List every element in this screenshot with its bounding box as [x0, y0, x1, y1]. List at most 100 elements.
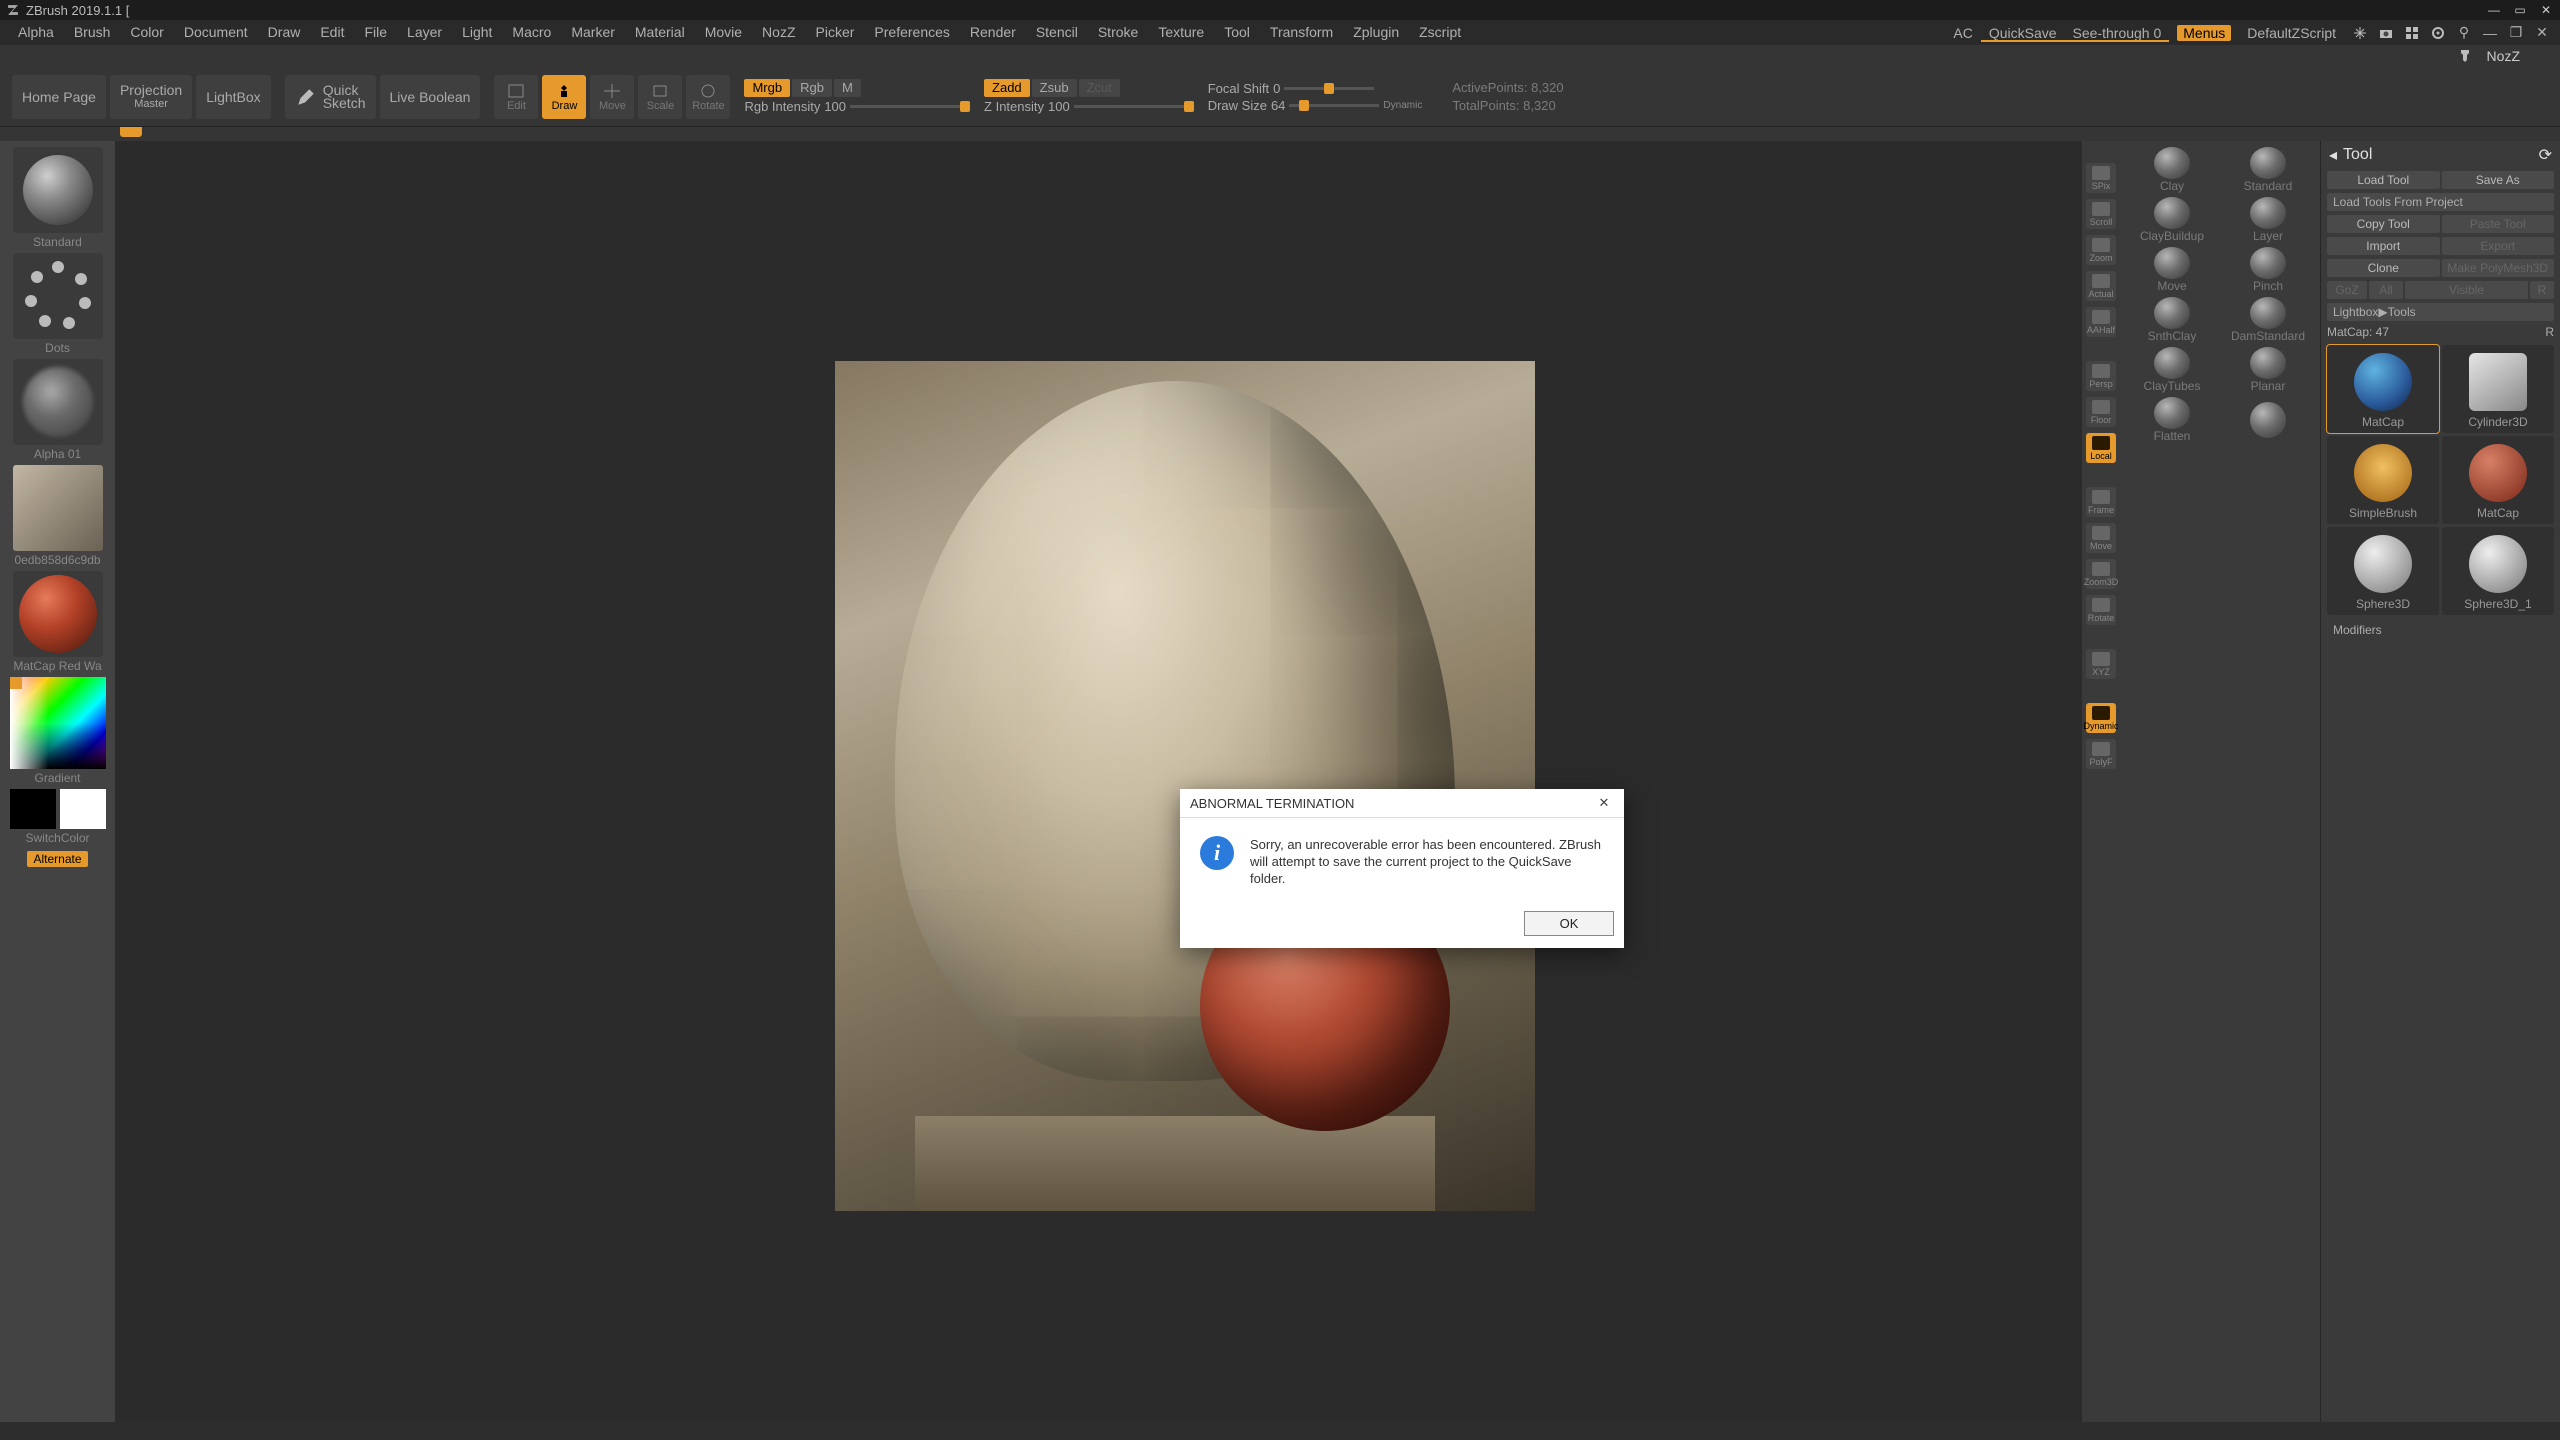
close-icon[interactable]: ✕: [2538, 3, 2554, 17]
menu-transform[interactable]: Transform: [1260, 20, 1343, 45]
m-toggle[interactable]: M: [834, 79, 861, 97]
stroke-slot[interactable]: Dots: [10, 253, 106, 355]
goz-r-button[interactable]: R: [2530, 281, 2554, 299]
menu-file[interactable]: File: [354, 20, 397, 45]
tool-cylinder3d[interactable]: Cylinder3D: [2442, 345, 2554, 433]
swatch-pair[interactable]: SwitchColor: [10, 789, 106, 845]
rcol-dynamic[interactable]: Dynamic: [2086, 703, 2116, 733]
brush-clay[interactable]: Clay: [2126, 147, 2218, 193]
rcol-zoom3d[interactable]: Zoom3D: [2086, 559, 2116, 589]
grid-icon[interactable]: [2402, 23, 2422, 43]
tool-sphere3d[interactable]: Sphere3D: [2327, 527, 2439, 615]
brush-snthclay[interactable]: SnthClay: [2126, 297, 2218, 343]
menu-material[interactable]: Material: [625, 20, 695, 45]
menu-alpha[interactable]: Alpha: [8, 20, 64, 45]
move-mode-button[interactable]: Move: [590, 75, 634, 119]
zcut-toggle[interactable]: Zcut: [1079, 79, 1120, 97]
lightbox-button[interactable]: LightBox: [196, 75, 270, 119]
rcol-floor[interactable]: Floor: [2086, 397, 2116, 427]
rcol-aahalf[interactable]: AAHalf: [2086, 307, 2116, 337]
rgb-toggle[interactable]: Rgb: [792, 79, 832, 97]
maximize-icon[interactable]: ▭: [2512, 3, 2528, 17]
camera-icon[interactable]: [2376, 23, 2396, 43]
menu-picker[interactable]: Picker: [806, 20, 865, 45]
brush-claytubes[interactable]: ClayTubes: [2126, 347, 2218, 393]
rotate-mode-button[interactable]: Rotate: [686, 75, 730, 119]
goz-visible-button[interactable]: Visible: [2405, 281, 2528, 299]
rcol-persp[interactable]: Persp: [2086, 361, 2116, 391]
menu-macro[interactable]: Macro: [502, 20, 561, 45]
quicksketch-button[interactable]: QuickSketch: [285, 75, 376, 119]
menu-stencil[interactable]: Stencil: [1026, 20, 1088, 45]
color-picker[interactable]: Gradient: [10, 677, 106, 785]
import-button[interactable]: Import: [2327, 237, 2440, 255]
alternate-button[interactable]: Alternate: [27, 851, 87, 867]
rgb-intensity-slider[interactable]: Rgb Intensity100: [744, 99, 970, 114]
gear-icon[interactable]: [2428, 23, 2448, 43]
material-slot[interactable]: MatCap Red Wa: [10, 571, 106, 673]
brush-planar[interactable]: Planar: [2222, 347, 2314, 393]
rcol-polyf[interactable]: PolyF: [2086, 739, 2116, 769]
menu-nozz[interactable]: NozZ: [752, 20, 805, 45]
brush-standard[interactable]: Standard: [2222, 147, 2314, 193]
goz-all-button[interactable]: All: [2369, 281, 2403, 299]
rcol-rotate[interactable]: Rotate: [2086, 595, 2116, 625]
menu-tool[interactable]: Tool: [1214, 20, 1260, 45]
tool-simplebrush[interactable]: SimpleBrush: [2327, 436, 2439, 524]
minimize-icon[interactable]: —: [2486, 3, 2502, 17]
rcol-scroll[interactable]: Scroll: [2086, 199, 2116, 229]
win-restore-icon[interactable]: ❐: [2506, 23, 2526, 43]
menu-zplugin[interactable]: Zplugin: [1343, 20, 1409, 45]
shelf-pin-icon[interactable]: [2457, 48, 2473, 64]
copy-tool-button[interactable]: Copy Tool: [2327, 215, 2440, 233]
zadd-toggle[interactable]: Zadd: [984, 79, 1030, 97]
load-tool-button[interactable]: Load Tool: [2327, 171, 2440, 189]
clone-button[interactable]: Clone: [2327, 259, 2440, 277]
canvas[interactable]: ABNORMAL TERMINATION ✕ i Sorry, an unrec…: [115, 141, 2082, 1440]
tool-sphere3d_1[interactable]: Sphere3D_1: [2442, 527, 2554, 615]
scale-mode-button[interactable]: Scale: [638, 75, 682, 119]
tool-matcap[interactable]: MatCap: [2442, 436, 2554, 524]
projection-master-button[interactable]: Projection Master: [110, 75, 192, 119]
live-boolean-button[interactable]: Live Boolean: [380, 75, 481, 119]
draw-mode-button[interactable]: Draw: [542, 75, 586, 119]
menu-light[interactable]: Light: [452, 20, 502, 45]
rcol-xyz[interactable]: XYZ: [2086, 649, 2116, 679]
dialog-ok-button[interactable]: OK: [1524, 911, 1614, 936]
modifiers-header[interactable]: Modifiers: [2327, 621, 2554, 639]
texture-slot[interactable]: 0edb858d6c9db: [10, 465, 106, 567]
rcol-zoom[interactable]: Zoom: [2086, 235, 2116, 265]
dialog-close-icon[interactable]: ✕: [1594, 795, 1614, 811]
menu-document[interactable]: Document: [174, 20, 258, 45]
brush-layer[interactable]: Layer: [2222, 197, 2314, 243]
tool-matcap[interactable]: MatCap: [2327, 345, 2439, 433]
rcol-spix[interactable]: SPix: [2086, 163, 2116, 193]
menu-layer[interactable]: Layer: [397, 20, 452, 45]
home-page-button[interactable]: Home Page: [12, 75, 106, 119]
brush-flatten[interactable]: Flatten: [2126, 397, 2218, 443]
brush-pinch[interactable]: Pinch: [2222, 247, 2314, 293]
make-polymesh-button[interactable]: Make PolyMesh3D: [2442, 259, 2555, 277]
load-from-project-button[interactable]: Load Tools From Project: [2327, 193, 2554, 211]
arrows-icon[interactable]: [2350, 23, 2370, 43]
restore-icon[interactable]: ⟳: [2539, 145, 2552, 165]
menu-preferences[interactable]: Preferences: [864, 20, 959, 45]
menu-draw[interactable]: Draw: [258, 20, 311, 45]
rcol-move[interactable]: Move: [2086, 523, 2116, 553]
brush-damstandard[interactable]: DamStandard: [2222, 297, 2314, 343]
matcap-r[interactable]: R: [2545, 325, 2554, 339]
rcol-local[interactable]: Local: [2086, 433, 2116, 463]
rcol-actual[interactable]: Actual: [2086, 271, 2116, 301]
menu-stroke[interactable]: Stroke: [1088, 20, 1148, 45]
export-button[interactable]: Export: [2442, 237, 2555, 255]
menu-edit[interactable]: Edit: [310, 20, 354, 45]
draw-size-slider[interactable]: Draw Size64 Dynamic: [1208, 98, 1423, 113]
collapse-icon[interactable]: ◂: [2329, 145, 2337, 165]
paste-tool-button[interactable]: Paste Tool: [2442, 215, 2555, 233]
brush-slot[interactable]: Standard: [10, 147, 106, 249]
doc-tab[interactable]: [120, 127, 142, 137]
rcol-frame[interactable]: Frame: [2086, 487, 2116, 517]
menus-toggle[interactable]: Menus: [2177, 25, 2231, 41]
save-as-button[interactable]: Save As: [2442, 171, 2555, 189]
defaultzscript-button[interactable]: DefaultZScript: [2239, 25, 2344, 41]
